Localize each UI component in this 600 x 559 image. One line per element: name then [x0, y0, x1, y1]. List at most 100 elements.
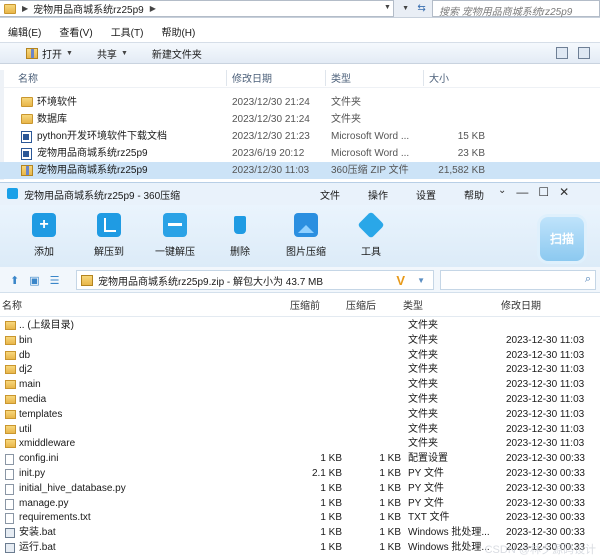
- column-size[interactable]: 大小: [429, 70, 489, 85]
- up-arrow-icon[interactable]: ⬆: [10, 274, 19, 287]
- file-name: 宠物用品商城系统rz25p9: [37, 148, 148, 159]
- table-row[interactable]: xmiddleware 文件夹 2023-12-30 11:03: [0, 437, 600, 452]
- menu-view[interactable]: 查看(V): [59, 24, 92, 39]
- column-divider[interactable]: [325, 70, 326, 86]
- size-after: 1 KB: [379, 467, 401, 479]
- file-type: Windows 批处理...: [408, 527, 490, 539]
- add-button[interactable]: 添加: [17, 213, 71, 258]
- list-item-selected[interactable]: 宠物用品商城系统rz25p9 2023/12/30 11:03 360压缩 ZI…: [0, 162, 600, 179]
- archive-search-input[interactable]: ⌕: [440, 270, 596, 290]
- refresh-icon[interactable]: ⇆: [417, 3, 425, 14]
- archive-address-row: ⬆ ▣ ☰ 宠物用品商城系统rz25p9.zip - 解包大小为 43.7 MB…: [0, 267, 600, 293]
- table-row[interactable]: bin 文件夹 2023-12-30 11:03: [0, 334, 600, 349]
- folder-icon: [5, 394, 16, 404]
- size-after: 1 KB: [379, 453, 401, 465]
- extract-to-button[interactable]: 解压到: [82, 213, 136, 258]
- column-name[interactable]: 名称: [2, 297, 22, 317]
- file-type: Windows 批处理...: [408, 541, 490, 553]
- new-folder-label: 新建文件夹: [151, 49, 202, 61]
- preview-pane-icon[interactable]: [578, 47, 590, 59]
- chevron-down-icon[interactable]: ▼: [417, 276, 425, 285]
- column-type[interactable]: 类型: [331, 70, 426, 85]
- file-name: 安装.bat: [19, 527, 56, 539]
- column-date[interactable]: 修改日期: [232, 70, 322, 85]
- menu-tools[interactable]: 工具(T): [111, 24, 144, 39]
- image-compress-button[interactable]: 图片压缩: [279, 213, 333, 258]
- image-compress-icon: [294, 213, 318, 237]
- column-compressed-after[interactable]: 压缩后: [346, 297, 376, 317]
- file-size: 21,582 KB: [438, 165, 485, 176]
- file-date: 2023-12-30 00:33: [506, 497, 585, 509]
- list-item[interactable]: python开发环境软件下载文档 2023/12/30 21:23 Micros…: [0, 128, 600, 145]
- maximize-icon[interactable]: ☐: [538, 185, 549, 199]
- search-input[interactable]: 搜索 宠物用品商城系统rz25p9: [432, 0, 600, 18]
- verified-badge-icon[interactable]: V: [396, 273, 405, 288]
- delete-button[interactable]: 删除: [213, 213, 267, 258]
- file-name: python开发环境软件下载文档: [37, 131, 168, 142]
- table-row[interactable]: 安装.bat 1 KB 1 KB Windows 批处理... 2023-12-30 0…: [0, 526, 600, 541]
- table-row[interactable]: initial_hive_database.py 1 KB 1 KB PY 文件 202…: [0, 482, 600, 497]
- view-mode-icon[interactable]: [556, 47, 568, 59]
- zip-icon: [81, 274, 93, 286]
- menu-help[interactable]: 帮助(H): [161, 24, 195, 39]
- close-icon[interactable]: ✕: [559, 185, 569, 199]
- one-click-extract-button[interactable]: 一键解压: [148, 213, 202, 258]
- scan-button[interactable]: 扫描: [540, 217, 584, 261]
- history-dropdown-icon[interactable]: ▼: [402, 5, 409, 12]
- minimize-icon[interactable]: —: [516, 185, 528, 199]
- column-compressed-before[interactable]: 压缩前: [290, 297, 320, 317]
- column-type[interactable]: 类型: [403, 297, 423, 317]
- file-type: PY 文件: [408, 482, 444, 494]
- list-item[interactable]: 环境软件 2023/12/30 21:24 文件夹: [0, 94, 600, 111]
- table-row[interactable]: config.ini 1 KB 1 KB 配置设置 2023-12-30 00:33: [0, 452, 600, 467]
- breadcrumb[interactable]: 宠物用品商城系统rz25p9: [33, 1, 144, 16]
- table-row[interactable]: init.py 2.1 KB 1 KB PY 文件 2023-12-30 00:33: [0, 467, 600, 482]
- new-folder-button[interactable]: 新建文件夹: [152, 46, 202, 61]
- chevron-down-icon[interactable]: ⌄: [498, 185, 506, 199]
- column-divider[interactable]: [226, 70, 227, 86]
- file-icon: [5, 468, 14, 480]
- table-row[interactable]: .. (上级目录) 文件夹: [0, 319, 600, 334]
- file-icon: [5, 498, 14, 510]
- open-button[interactable]: 打开 ▼: [26, 46, 73, 61]
- folder-icon: [21, 114, 33, 124]
- menu-settings[interactable]: 设置: [416, 187, 436, 202]
- file-type: 360压缩 ZIP 文件: [331, 165, 409, 176]
- file-list: 环境软件 2023/12/30 21:24 文件夹 数据库 2023/12/30…: [0, 94, 600, 179]
- table-row[interactable]: templates 文件夹 2023-12-30 11:03: [0, 408, 600, 423]
- title-bar[interactable]: 宠物用品商城系统rz25p9 - 360压缩 文件 操作 设置 帮助 ⌄ — ☐…: [0, 183, 600, 205]
- column-name[interactable]: 名称: [18, 70, 218, 85]
- list-view-icon[interactable]: ▣: [29, 274, 39, 287]
- file-icon: [5, 513, 14, 525]
- one-click-extract-icon: [163, 213, 187, 237]
- column-date[interactable]: 修改日期: [501, 297, 541, 317]
- search-icon[interactable]: ⌕: [585, 273, 591, 286]
- table-row[interactable]: dj2 文件夹 2023-12-30 11:03: [0, 363, 600, 378]
- view-options: [556, 47, 590, 59]
- table-row[interactable]: util 文件夹 2023-12-30 11:03: [0, 423, 600, 438]
- chevron-down-icon[interactable]: ▼: [384, 4, 391, 11]
- archive-path-bar[interactable]: 宠物用品商城系统rz25p9.zip - 解包大小为 43.7 MB V ▼: [76, 270, 434, 290]
- share-button[interactable]: 共享 ▼: [97, 46, 128, 61]
- tools-button[interactable]: 工具: [344, 211, 398, 258]
- menu-help[interactable]: 帮助: [464, 187, 484, 202]
- address-bar[interactable]: ▶ 宠物用品商城系统rz25p9 ▶ ▼: [0, 0, 394, 17]
- table-row[interactable]: main 文件夹 2023-12-30 11:03: [0, 378, 600, 393]
- menu-bar: 文件 操作 设置 帮助: [320, 187, 484, 202]
- breadcrumb-separator[interactable]: ▶: [150, 4, 156, 13]
- menu-edit[interactable]: 编辑(E): [8, 24, 41, 39]
- table-row[interactable]: manage.py 1 KB 1 KB PY 文件 2023-12-30 00:33: [0, 497, 600, 512]
- table-row[interactable]: db 文件夹 2023-12-30 11:03: [0, 349, 600, 364]
- table-row[interactable]: requirements.txt 1 KB 1 KB TXT 文件 2023-12-30…: [0, 511, 600, 526]
- column-divider[interactable]: [423, 70, 424, 86]
- list-item[interactable]: 宠物用品商城系统rz25p9 2023/6/19 20:12 Microsoft…: [0, 145, 600, 162]
- folder-icon: [5, 439, 16, 449]
- menu-operate[interactable]: 操作: [368, 187, 388, 202]
- table-row[interactable]: media 文件夹 2023-12-30 11:03: [0, 393, 600, 408]
- add-label: 添加: [34, 247, 54, 258]
- details-view-icon[interactable]: ☰: [50, 274, 60, 287]
- file-icon: [5, 483, 14, 495]
- size-before: 2.1 KB: [311, 467, 342, 479]
- menu-file[interactable]: 文件: [320, 187, 340, 202]
- list-item[interactable]: 数据库 2023/12/30 21:24 文件夹: [0, 111, 600, 128]
